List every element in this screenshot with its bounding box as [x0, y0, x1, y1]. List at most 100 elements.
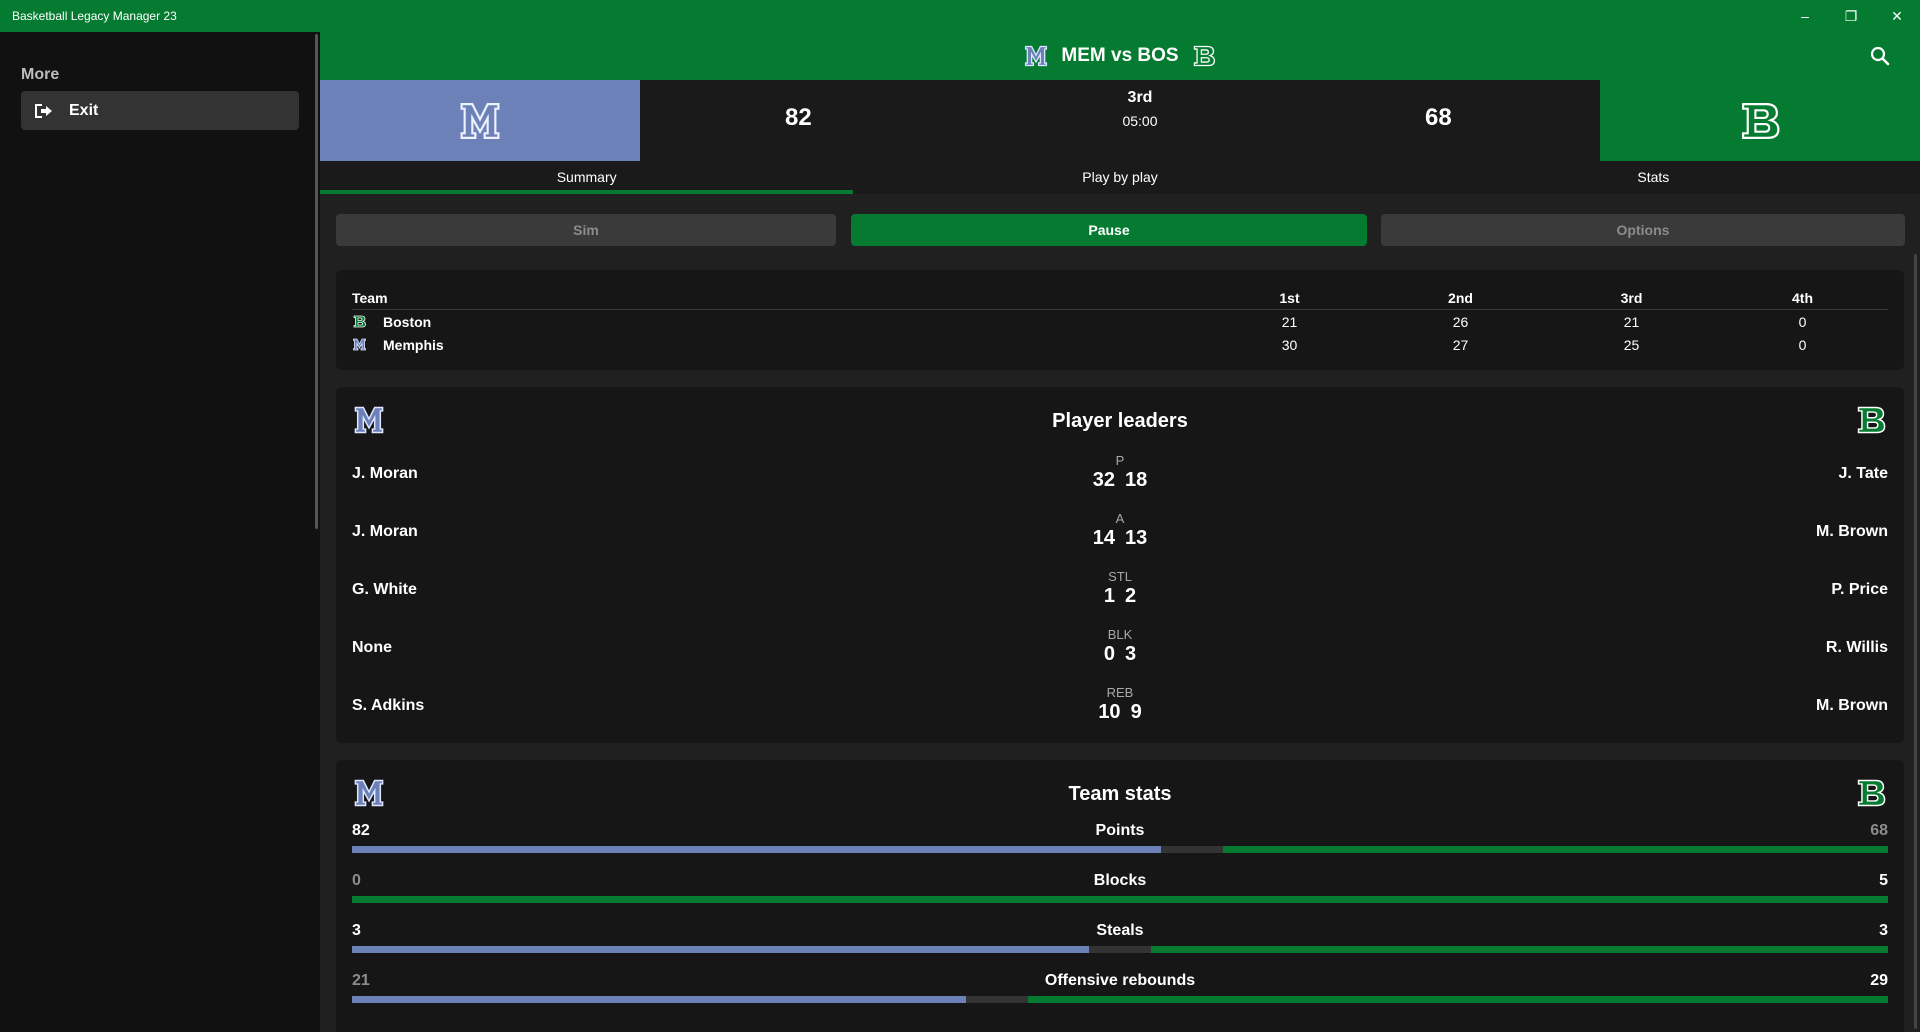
team-cell: Boston	[352, 314, 1204, 330]
stat-label: P	[1115, 453, 1125, 468]
leader-row-points: J. Moran P 32 18 J. Tate	[352, 453, 1889, 507]
boston-stat-value: 2	[1125, 585, 1137, 607]
memphis-logo-icon	[460, 102, 500, 139]
box-score-header: Team 1st 2nd 3rd 4th	[352, 286, 1888, 310]
close-button[interactable]: ✕	[1874, 0, 1920, 32]
column-header-2nd: 2nd	[1448, 289, 1473, 306]
team-stat-row-offensive-rebounds: 21 Offensive rebounds 29	[352, 972, 1888, 1022]
game-tabs: Summary Play by play Stats	[320, 161, 1920, 194]
game-header: MEM vs BOS	[320, 32, 1920, 80]
boston-bar	[352, 896, 1888, 903]
options-button[interactable]: Options	[1381, 214, 1905, 246]
stat-label: STL	[1108, 569, 1132, 584]
stat-values: 32 18	[1070, 469, 1170, 492]
exit-button[interactable]: Exit	[21, 91, 299, 130]
boston-bar	[1150, 946, 1888, 953]
memphis-stat-value: 14	[1092, 527, 1115, 549]
boston-leader-name: R. Willis	[1825, 639, 1888, 656]
stat-label: REB	[1106, 685, 1134, 700]
team-stat-label: Steals	[1096, 922, 1144, 939]
boston-leader-name: P. Price	[1831, 581, 1888, 598]
tab-play-by-play[interactable]: Play by play	[853, 161, 1386, 194]
comparison-bar	[352, 946, 1888, 953]
tab-stats[interactable]: Stats	[1387, 161, 1920, 194]
quarter-score: 21	[1623, 313, 1640, 330]
player-leaders-title: Player leaders	[1052, 410, 1188, 432]
minimize-button[interactable]: –	[1782, 0, 1828, 32]
column-header-3rd: 3rd	[1620, 289, 1643, 306]
boston-leader-name: J. Tate	[1838, 465, 1889, 482]
memphis-bar	[352, 946, 1090, 953]
boston-logo-icon	[1857, 406, 1886, 434]
memphis-logo-icon	[353, 338, 366, 351]
memphis-stat-value: 10	[1098, 701, 1121, 723]
quarter-score: 0	[1798, 313, 1807, 330]
team-stat-row-steals: 3 Steals 3	[352, 922, 1888, 972]
leader-row-blocks: None BLK 03 R. Willis	[352, 627, 1888, 681]
leader-row-rebounds: S. Adkins REB 10 9 M. Brown	[352, 685, 1888, 739]
stat-values: 12	[1070, 585, 1170, 608]
exit-label: Exit	[69, 101, 99, 119]
scoreboard: 82 3rd 05:00 68	[320, 80, 1920, 161]
box-score-table: Team 1st 2nd 3rd 4th Boston 21 26 21 0 M…	[352, 286, 1888, 356]
column-header-4th: 4th	[1792, 289, 1813, 306]
team-stats-card: Team stats 82 Points 68 0 Blocks 5 3 Ste…	[336, 760, 1904, 1032]
table-row: Memphis 30 27 25 0	[352, 333, 1888, 356]
stat-label: BLK	[1107, 627, 1133, 642]
team-name: Memphis	[383, 336, 444, 353]
maximize-button[interactable]: ❐	[1828, 0, 1874, 32]
boston-stat-value: 3	[1879, 922, 1888, 939]
boston-stat-value: 29	[1870, 972, 1888, 989]
sidebar: More Exit	[0, 32, 320, 1032]
team-stat-label: Offensive rebounds	[1044, 972, 1196, 989]
team-name: Boston	[383, 313, 432, 330]
title-bar: Basketball Legacy Manager 23 – ❐ ✕	[0, 0, 1920, 32]
memphis-score: 82	[785, 104, 812, 131]
team-stats-title: Team stats	[1068, 783, 1172, 805]
leader-row-assists: J. Moran A 14 13 M. Brown	[352, 511, 1888, 565]
memphis-leader-name: J. Moran	[352, 465, 418, 482]
team-stat-label: Blocks	[1093, 872, 1147, 889]
team-stat-row-blocks: 0 Blocks 5	[352, 872, 1888, 922]
stat-values: 14 13	[1070, 527, 1170, 550]
memphis-stat-value: 0	[1103, 643, 1115, 665]
boston-stat-value: 5	[1879, 872, 1888, 889]
player-leaders-card: Player leaders J. Moran P 32 18 J. Tate J…	[336, 387, 1904, 743]
quarter-score: 26	[1452, 313, 1469, 330]
comparison-bar	[352, 896, 1888, 903]
content-scrollbar[interactable]	[1914, 254, 1917, 1029]
team-cell: Memphis	[352, 337, 1204, 353]
memphis-stat-value: 32	[1092, 469, 1115, 491]
memphis-leader-name: None	[352, 639, 392, 656]
app-title: Basketball Legacy Manager 23	[12, 9, 177, 23]
period-indicator: 3rd	[1127, 89, 1153, 106]
boston-logo-icon	[353, 315, 366, 328]
quarter-score: 21	[1281, 313, 1298, 330]
memphis-leader-name: S. Adkins	[352, 697, 425, 714]
box-score-card: Team 1st 2nd 3rd 4th Boston 21 26 21 0 M…	[336, 270, 1904, 370]
boston-stat-value: 9	[1130, 701, 1142, 723]
sidebar-scrollbar[interactable]	[315, 34, 318, 529]
tab-summary[interactable]: Summary	[320, 161, 854, 194]
game-clock: 05:00	[1122, 113, 1158, 129]
exit-icon	[35, 103, 52, 118]
boston-bar	[1027, 996, 1888, 1003]
boston-logo-icon	[1857, 779, 1886, 807]
pause-button[interactable]: Pause	[851, 214, 1367, 246]
column-header-1st: 1st	[1279, 289, 1300, 306]
stat-label: A	[1115, 511, 1125, 526]
memphis-leader-name: J. Moran	[352, 523, 418, 540]
boston-stat-value: 13	[1125, 527, 1148, 549]
memphis-team-panel	[320, 80, 640, 161]
stat-values: 03	[1070, 643, 1170, 666]
memphis-leader-name: G. White	[352, 581, 417, 598]
sim-button[interactable]: Sim	[336, 214, 836, 246]
comparison-bar	[352, 996, 1888, 1003]
search-icon[interactable]	[1870, 46, 1890, 66]
boston-team-panel	[1600, 80, 1920, 161]
memphis-stat-value: 1	[1103, 585, 1115, 607]
table-row: Boston 21 26 21 0	[352, 310, 1888, 333]
memphis-bar	[352, 846, 1162, 853]
column-header-team: Team	[352, 289, 388, 306]
leader-row-steals: G. White STL 12 P. Price	[352, 569, 1888, 623]
